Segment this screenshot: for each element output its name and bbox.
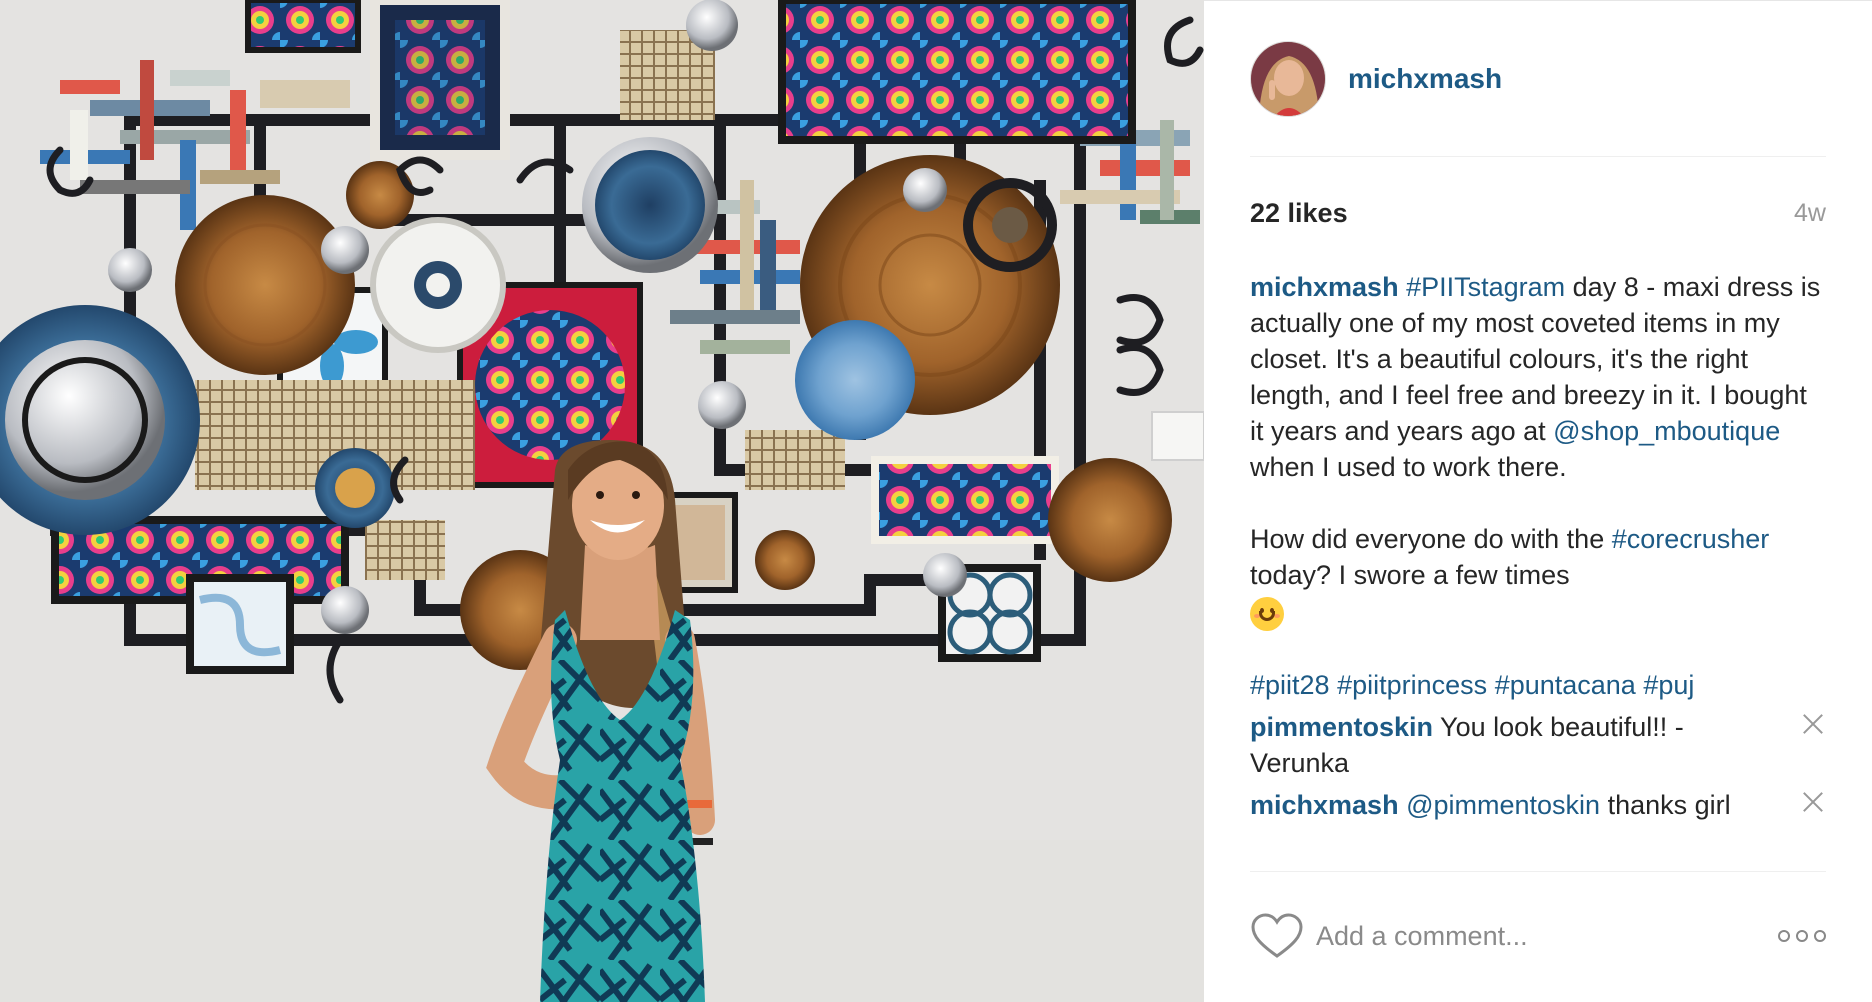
header-divider	[1250, 156, 1826, 157]
delete-comment-close-icon[interactable]	[1800, 789, 1826, 815]
comment-item: michxmash @pimmentoskin thanks girl	[1250, 787, 1826, 823]
caption-hashtags: #piit28 #piitprincess #puntacana #puj	[1250, 667, 1826, 703]
caption-hashtag-link[interactable]: #corecrusher	[1612, 524, 1770, 554]
post-detail-panel: michxmash 22 likes 4w michxmash #PIITsta…	[1204, 0, 1872, 1002]
post-photo[interactable]	[0, 0, 1204, 1002]
caption-mention-link[interactable]: @shop_mboutique	[1553, 416, 1780, 446]
caption-author[interactable]: michxmash	[1250, 272, 1399, 302]
comment-author[interactable]: michxmash	[1250, 790, 1399, 820]
comment-footer	[1250, 909, 1826, 963]
caption-paragraph-2: How did everyone do with the #corecrushe…	[1250, 521, 1826, 631]
caption-comment: michxmash #PIITstagram day 8 - maxi dres…	[1250, 269, 1826, 703]
caption-text-segment: today? I swore a few times	[1250, 560, 1570, 590]
hashtag-link[interactable]: #puj	[1643, 670, 1694, 700]
hashtag-link[interactable]: #piit28	[1250, 670, 1330, 700]
likes-count[interactable]: 22 likes	[1250, 198, 1348, 229]
avatar[interactable]	[1250, 41, 1326, 117]
caption-text-segment: when I used to work there.	[1250, 452, 1567, 482]
smiling-face-emoji-icon	[1250, 596, 1284, 631]
comment-text: thanks girl	[1600, 789, 1731, 820]
post-photo-image	[0, 0, 1204, 1002]
post-author-username[interactable]: michxmash	[1348, 63, 1502, 95]
caption-text-segment: How did everyone do with the	[1250, 524, 1612, 554]
footer-divider	[1250, 871, 1826, 872]
post-age[interactable]: 4w	[1794, 199, 1826, 228]
comment-item: pimmentoskin You look beautiful!! - Veru…	[1250, 709, 1826, 781]
caption-text: #PIITstagram day 8 - maxi dress is actua…	[1250, 272, 1820, 482]
avatar-image	[1251, 42, 1325, 116]
caption-hashtag-link[interactable]: #PIITstagram	[1406, 272, 1565, 302]
heart-outline-icon[interactable]	[1250, 912, 1304, 960]
hashtag-link[interactable]: #puntacana	[1495, 670, 1636, 700]
comment-mention-link[interactable]: @pimmentoskin	[1406, 790, 1600, 820]
delete-comment-close-icon[interactable]	[1800, 711, 1826, 737]
comments-list[interactable]: michxmash #PIITstagram day 8 - maxi dres…	[1250, 269, 1826, 869]
likes-row: 22 likes 4w	[1250, 196, 1826, 230]
comment-author[interactable]: pimmentoskin	[1250, 712, 1433, 742]
more-options-icon[interactable]	[1778, 924, 1826, 948]
hashtag-link[interactable]: #piitprincess	[1337, 670, 1487, 700]
post-header: michxmash	[1250, 41, 1502, 117]
add-comment-input[interactable]	[1316, 912, 1778, 960]
